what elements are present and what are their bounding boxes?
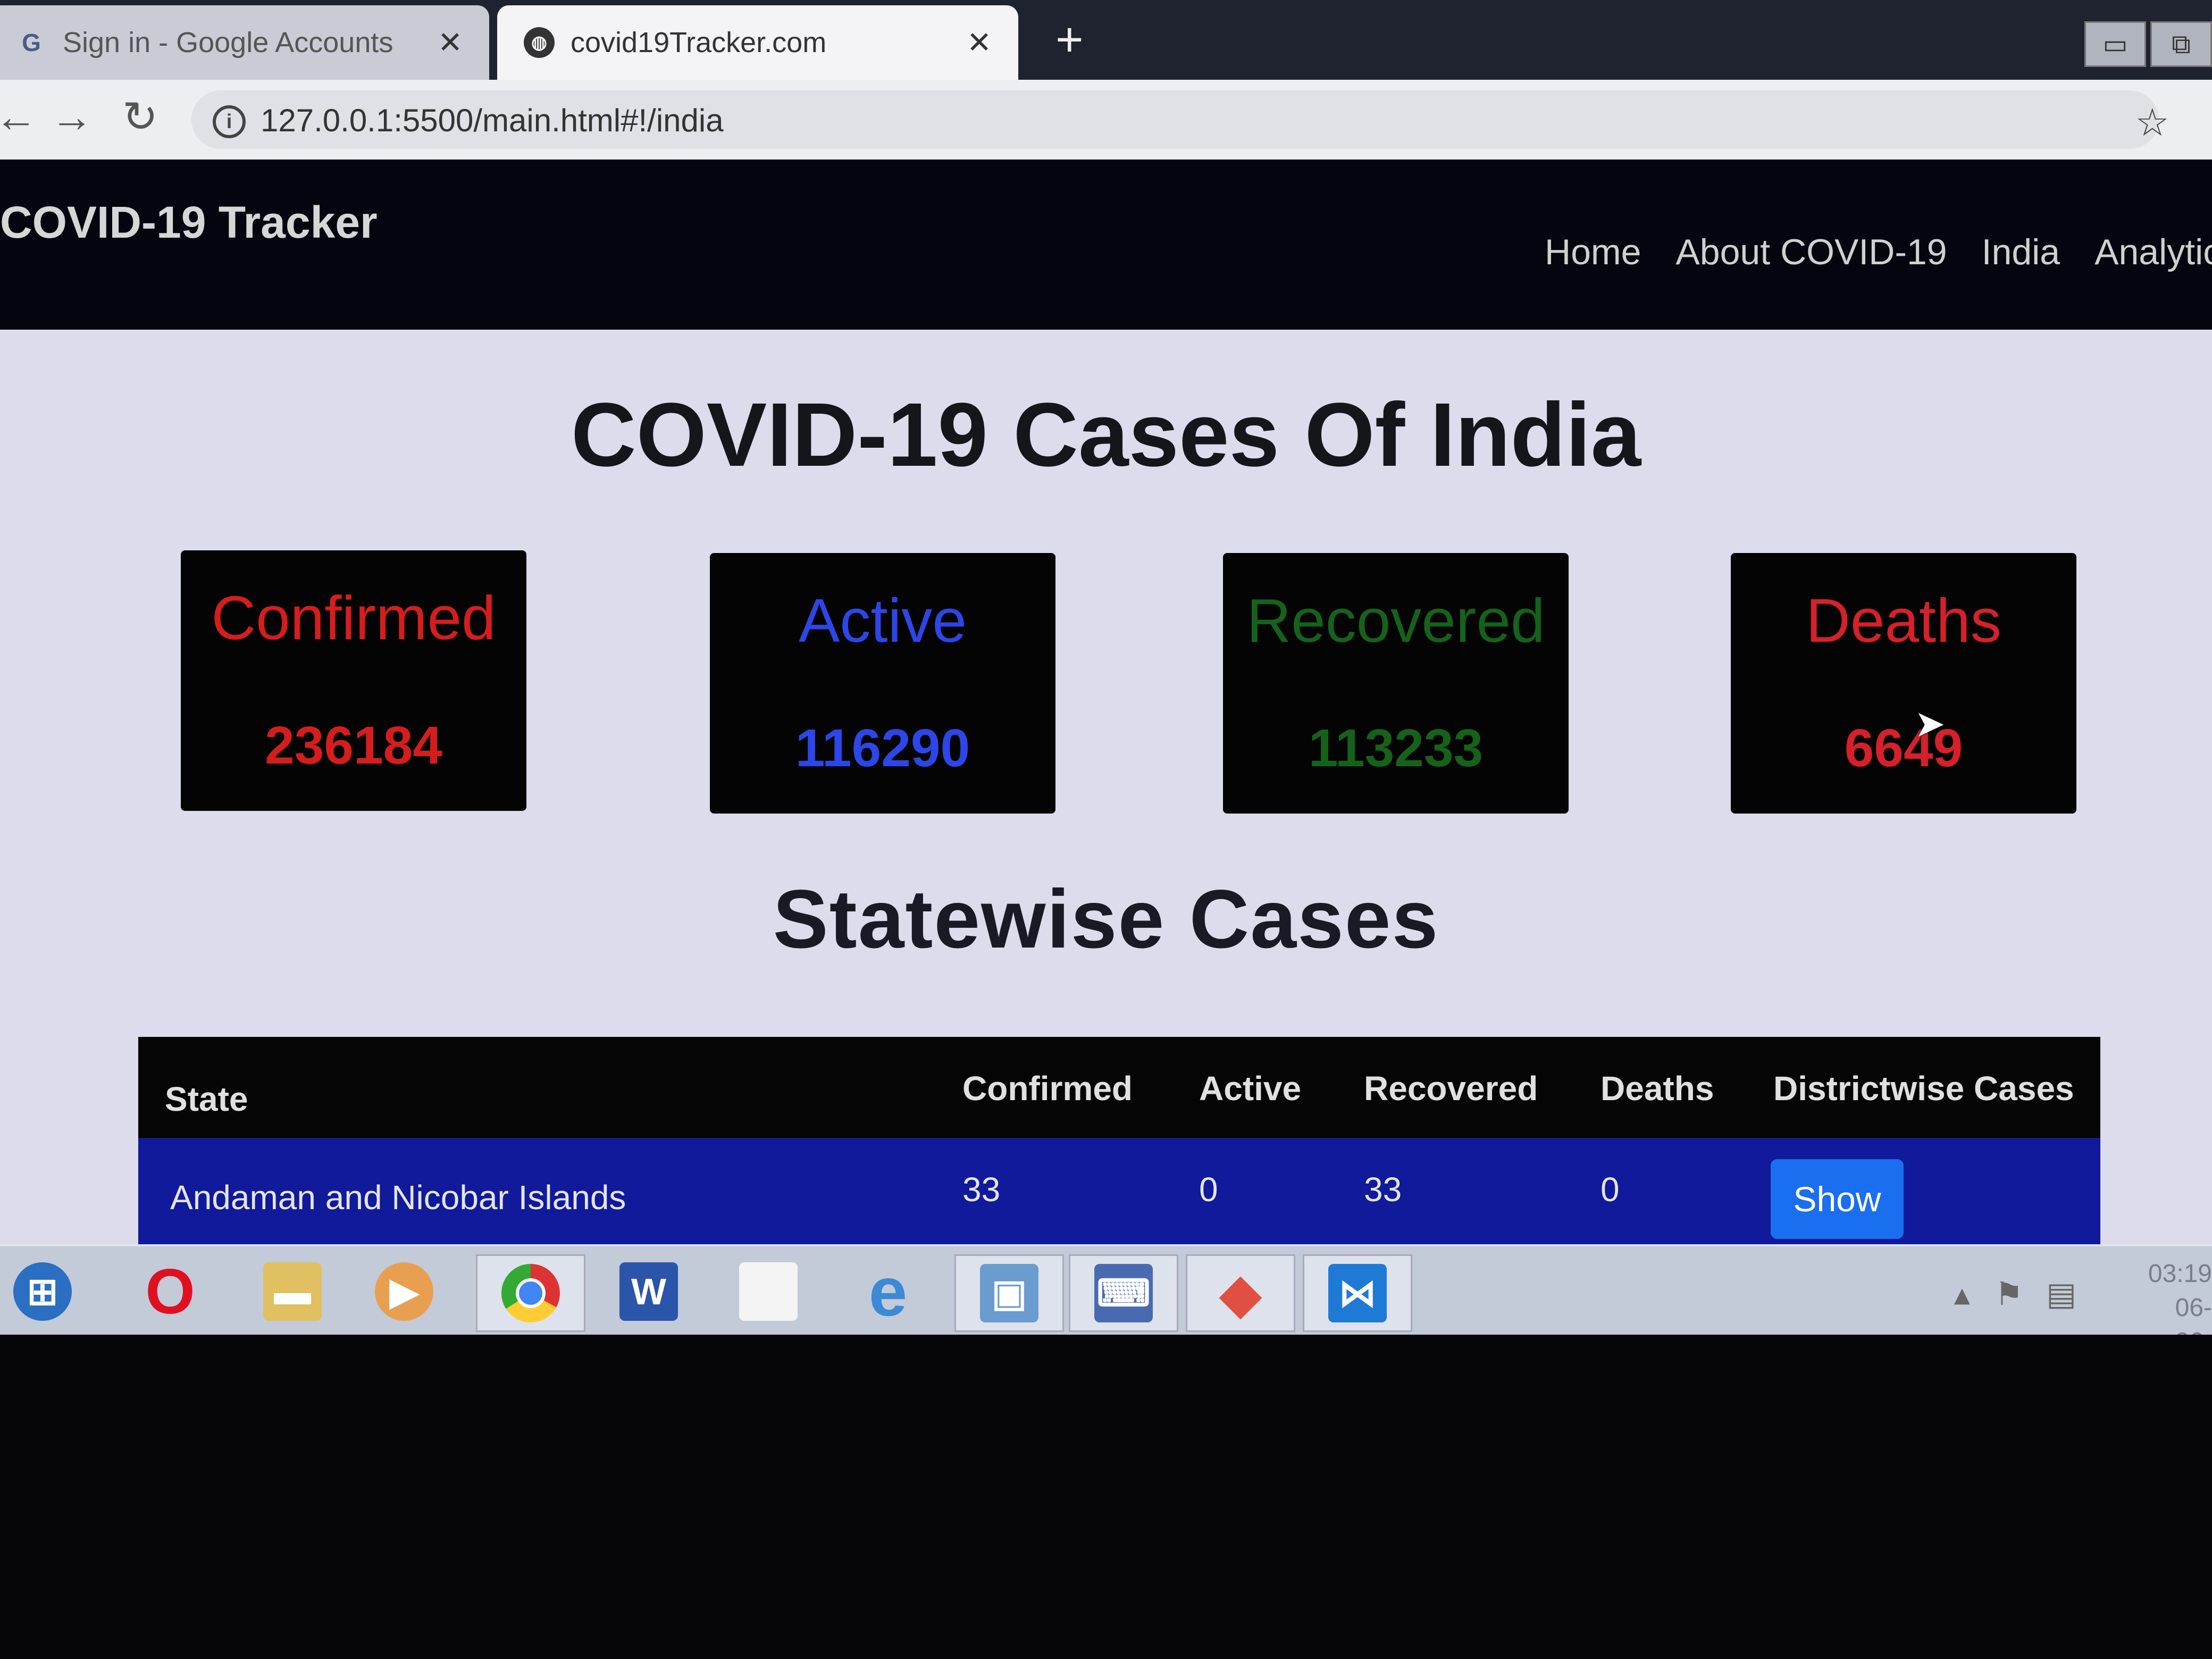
nav-india[interactable]: India <box>1982 231 2060 273</box>
header-active: Active <box>1199 1069 1302 1108</box>
page-title: COVID-19 Cases Of India <box>571 384 1641 485</box>
nav-links: Home About COVID-19 India Analytics <box>1545 231 2212 273</box>
recovered-value: 113233 <box>1308 718 1484 778</box>
info-icon[interactable]: i <box>213 105 246 138</box>
restore-button[interactable]: ⧉ <box>2150 21 2212 67</box>
taskbar-vscode[interactable]: ⋈ <box>1303 1254 1412 1332</box>
tab-covid-tracker[interactable]: ◍ covid19Tracker.com ✕ <box>497 5 1018 80</box>
mouse-cursor-icon: ➤ <box>1914 703 1946 744</box>
clock-date: 06-06-202 <box>2175 1294 2212 1335</box>
taskbar-remote-desktop[interactable]: ▣ <box>954 1254 1064 1332</box>
deaths-card: Deaths 6649 <box>1731 553 2076 814</box>
header-state: State <box>165 1080 248 1118</box>
statewise-table: State Confirmed Active Recovered Deaths … <box>138 1037 2100 1255</box>
google-icon: G <box>22 29 41 56</box>
bookmark-star-icon[interactable]: ☆ <box>2135 100 2169 145</box>
window-controls: ▭ ⧉ <box>2080 21 2212 67</box>
header-recovered: Recovered <box>1364 1069 1538 1108</box>
nav-home[interactable]: Home <box>1545 231 1641 273</box>
taskbar-keyboard[interactable]: ⌨ <box>1069 1254 1178 1332</box>
tab-strip: G Sign in - Google Accounts ✕ ◍ covid19T… <box>0 0 2212 80</box>
git-icon: ◆ <box>1220 1263 1261 1323</box>
globe-icon: ◍ <box>524 27 555 58</box>
header-deaths: Deaths <box>1601 1069 1714 1108</box>
clock-time: 03:19 <box>2148 1260 2212 1288</box>
section-title: Statewise Cases <box>773 873 1439 966</box>
table-row: Andaman and Nicobar Islands 33 0 33 0 Sh… <box>138 1138 2100 1255</box>
taskbar-word[interactable]: W <box>596 1254 702 1329</box>
header-confirmed: Confirmed <box>962 1069 1133 1108</box>
back-icon[interactable]: ← <box>0 96 37 138</box>
close-icon[interactable]: ✕ <box>967 25 992 60</box>
cell-deaths: 0 <box>1601 1170 1620 1209</box>
browser-toolbar: ← → ↻ i 127.0.0.1:5500/main.html#!/india… <box>0 80 2212 162</box>
cell-confirmed: 33 <box>962 1170 1001 1209</box>
document-icon <box>739 1262 798 1321</box>
network-icon[interactable]: ▤ <box>2046 1276 2076 1313</box>
forward-icon[interactable]: → <box>51 96 93 138</box>
taskbar-git[interactable]: ◆ <box>1186 1254 1295 1332</box>
folder-icon: ▬ <box>263 1262 322 1321</box>
windows-start-icon: ⊞ <box>13 1262 72 1321</box>
taskbar-ie[interactable]: e <box>835 1253 941 1330</box>
monitor-icon: ▣ <box>980 1264 1038 1322</box>
address-bar[interactable]: i 127.0.0.1:5500/main.html#!/india ☆ <box>191 90 2169 149</box>
url-text[interactable]: 127.0.0.1:5500/main.html#!/india <box>261 102 724 139</box>
nav-about-covid[interactable]: About COVID-19 <box>1675 231 1947 273</box>
tab-google-sign-in[interactable]: G Sign in - Google Accounts ✕ <box>0 5 489 80</box>
clock[interactable]: 03:19 06-06-202 <box>2148 1257 2212 1335</box>
tray-expand-icon[interactable]: ▴ <box>1954 1276 1970 1313</box>
keyboard-icon: ⌨ <box>1094 1264 1153 1322</box>
minimize-button[interactable]: ▭ <box>2084 21 2146 67</box>
nav-analytics[interactable]: Analytics <box>2094 231 2212 273</box>
confirmed-card: Confirmed 236184 <box>181 550 526 811</box>
confirmed-label: Confirmed <box>211 583 496 652</box>
internet-explorer-icon: e <box>868 1253 908 1330</box>
table-header: State Confirmed Active Recovered Deaths … <box>138 1037 2100 1138</box>
cell-state: Andaman and Nicobar Islands <box>170 1178 626 1217</box>
cell-recovered: 33 <box>1364 1170 1402 1209</box>
deaths-label: Deaths <box>1806 586 2001 655</box>
tab-title: covid19Tracker.com <box>571 27 827 58</box>
close-icon[interactable]: ✕ <box>438 25 463 60</box>
chrome-icon <box>501 1264 560 1322</box>
flag-icon[interactable]: ⚑ <box>1995 1276 2023 1313</box>
taskbar-media-player[interactable]: ▶ <box>351 1254 457 1329</box>
opera-icon: O <box>145 1256 195 1327</box>
confirmed-value: 236184 <box>265 716 442 775</box>
taskbar-opera[interactable]: O <box>117 1254 223 1329</box>
show-districtwise-button[interactable]: Show <box>1771 1159 1904 1239</box>
new-tab-button[interactable]: + <box>1055 16 1084 64</box>
taskbar-notepad[interactable] <box>715 1254 822 1329</box>
taskbar: ⊞ O ▬ ▶ W e ▣ ⌨ ◆ ⋈ ▴ ⚑ ▤ 03:19 06- <box>0 1244 2212 1335</box>
word-icon: W <box>619 1262 678 1321</box>
recovered-card: Recovered 113233 <box>1223 553 1569 814</box>
tab-title: Sign in - Google Accounts <box>63 27 393 58</box>
site-brand[interactable]: COVID-19 Tracker <box>0 197 378 248</box>
vscode-icon: ⋈ <box>1328 1264 1387 1322</box>
site-navbar: COVID-19 Tracker Home About COVID-19 Ind… <box>0 160 2212 330</box>
reload-icon[interactable]: ↻ <box>122 96 158 138</box>
taskbar-chrome[interactable] <box>476 1254 585 1332</box>
active-value: 116290 <box>795 718 970 778</box>
header-districtwise: Districtwise Cases <box>1773 1069 2074 1108</box>
media-player-icon: ▶ <box>375 1262 433 1321</box>
start-button[interactable]: ⊞ <box>0 1254 90 1329</box>
recovered-label: Recovered <box>1246 586 1545 655</box>
active-label: Active <box>799 586 967 655</box>
taskbar-explorer[interactable]: ▬ <box>239 1254 346 1329</box>
deaths-value: 6649 <box>1844 718 1963 778</box>
cell-active: 0 <box>1199 1170 1218 1209</box>
active-card: Active 116290 <box>710 553 1055 814</box>
screen: G Sign in - Google Accounts ✕ ◍ covid19T… <box>0 0 2212 1335</box>
